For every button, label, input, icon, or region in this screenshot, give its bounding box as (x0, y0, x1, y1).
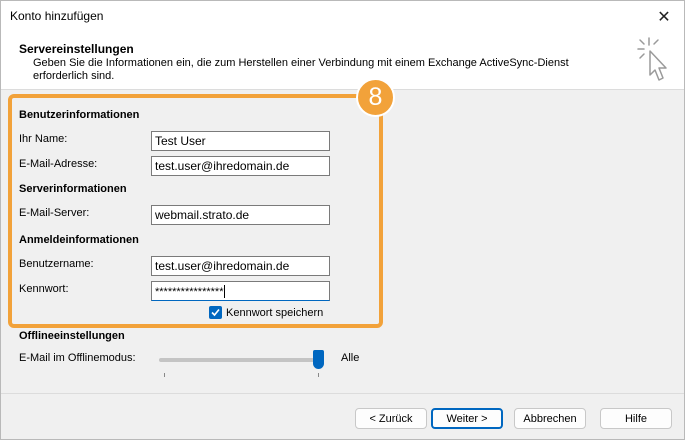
back-button[interactable]: < Zurück (355, 408, 427, 429)
step-badge: 8 (356, 78, 395, 117)
page-title: Servereinstellungen (19, 42, 134, 56)
window-title: Konto hinzufügen (10, 9, 104, 23)
offline-mode-value: Alle (341, 352, 360, 364)
title-bar: Konto hinzufügen ✕ (1, 1, 684, 32)
offline-slider-thumb[interactable] (313, 350, 324, 369)
offline-slider-track[interactable] (159, 358, 321, 362)
page-description: Geben Sie die Informationen ein, die zum… (33, 57, 569, 82)
help-button[interactable]: Hilfe (600, 408, 672, 429)
highlight-frame (8, 94, 383, 328)
offline-heading: Offlineeinstellungen (19, 330, 125, 342)
next-button[interactable]: Weiter > (431, 408, 503, 429)
add-account-dialog: Konto hinzufügen ✕ Servereinstellungen G… (0, 0, 685, 440)
wizard-header: Servereinstellungen Geben Sie die Inform… (1, 32, 684, 90)
close-icon: ✕ (657, 8, 671, 26)
slider-tick (318, 373, 319, 377)
cursor-click-icon (637, 37, 667, 81)
offline-mode-label: E-Mail im Offlinemodus: (19, 352, 136, 364)
close-button[interactable]: ✕ (644, 1, 684, 32)
slider-tick (164, 373, 165, 377)
cancel-button[interactable]: Abbrechen (514, 408, 586, 429)
footer-divider (1, 393, 684, 394)
